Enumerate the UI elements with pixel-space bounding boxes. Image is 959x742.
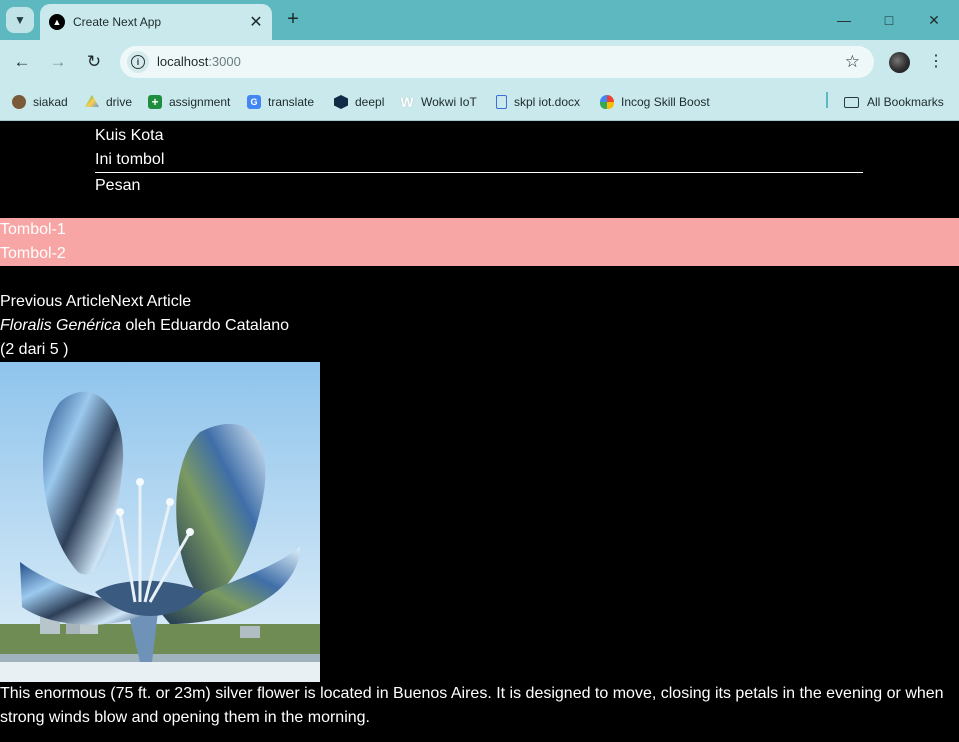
bookmark-skpl[interactable]: skpl iot.docx bbox=[496, 93, 580, 111]
forward-button[interactable]: → bbox=[46, 50, 70, 74]
tab-search-button[interactable]: ▼ bbox=[6, 7, 34, 33]
nav-item-ini-tombol[interactable]: Ini tombol bbox=[95, 148, 863, 172]
browser-toolbar: ← → ↻ i localhost:3000 ☆ ⋮ bbox=[0, 40, 959, 84]
google-drive-icon bbox=[85, 95, 99, 107]
article-description: This enormous (75 ft. or 23m) silver flo… bbox=[0, 685, 944, 726]
close-window-button[interactable]: ✕ bbox=[912, 8, 956, 32]
page-content: Kuis Kota Ini tombol Pesan Tombol-1 Tomb… bbox=[0, 121, 959, 742]
bookmark-label: skpl iot.docx bbox=[514, 95, 581, 109]
bookmark-deepl[interactable]: deepl bbox=[334, 93, 384, 111]
bookmarks-bar: siakad drive + assignment G translate de… bbox=[0, 84, 959, 121]
all-bookmarks-label: All Bookmarks bbox=[867, 95, 944, 109]
bookmarks-separator bbox=[826, 92, 828, 108]
close-icon[interactable]: ✕ bbox=[246, 12, 266, 32]
url-port: :3000 bbox=[208, 54, 241, 69]
sculpture-author: oleh Eduardo Catalano bbox=[120, 317, 290, 334]
nav-item-kuis-kota[interactable]: Kuis Kota bbox=[95, 124, 863, 148]
wokwi-icon: W bbox=[400, 94, 414, 110]
more-menu-icon[interactable]: ⋮ bbox=[926, 50, 946, 74]
url-host: localhost bbox=[157, 54, 209, 69]
sculpture-name: Floralis Genérica bbox=[0, 317, 121, 334]
all-bookmarks-button[interactable]: All Bookmarks bbox=[844, 93, 944, 111]
profile-avatar[interactable] bbox=[889, 52, 910, 73]
button-panel: Tombol-1 Tombol-2 bbox=[0, 218, 959, 266]
tombol-1-button[interactable]: Tombol-1 bbox=[0, 218, 959, 242]
arrow-right-icon: → bbox=[49, 52, 67, 71]
article-counter: (2 dari 5 ) bbox=[0, 341, 69, 358]
address-bar[interactable]: i localhost:3000 ☆ bbox=[120, 46, 874, 78]
bookmark-siakad[interactable]: siakad bbox=[12, 93, 68, 111]
url-text[interactable]: localhost:3000 bbox=[157, 54, 241, 69]
bookmark-label: Incog Skill Boost bbox=[621, 95, 710, 109]
sculpture-image bbox=[0, 362, 320, 682]
nav-menu: Kuis Kota Ini tombol Pesan bbox=[95, 124, 863, 198]
info-icon: i bbox=[131, 55, 145, 69]
article-nav: Previous ArticleNext Article bbox=[0, 290, 191, 314]
bookmark-label: siakad bbox=[33, 95, 68, 109]
bookmark-drive[interactable]: drive bbox=[85, 93, 132, 111]
bookmark-label: drive bbox=[106, 95, 133, 109]
next-article-button[interactable]: Next Article bbox=[110, 293, 191, 310]
article-title: Floralis Genérica oleh Eduardo Catalano bbox=[0, 314, 289, 338]
site-info-button[interactable]: i bbox=[127, 51, 149, 73]
nextjs-triangle-icon: ▲ bbox=[49, 14, 65, 30]
document-icon bbox=[496, 95, 507, 109]
previous-article-button[interactable]: Previous Article bbox=[0, 293, 110, 310]
bookmark-translate[interactable]: G translate bbox=[247, 93, 314, 111]
google-cloud-icon bbox=[600, 95, 614, 109]
minimize-button[interactable]: — bbox=[822, 8, 866, 32]
star-icon[interactable]: ☆ bbox=[845, 52, 860, 72]
bookmark-label: Wokwi IoT bbox=[421, 95, 477, 109]
plus-icon: + bbox=[287, 8, 299, 30]
maximize-icon: □ bbox=[884, 12, 894, 28]
back-button[interactable]: ← bbox=[10, 50, 34, 74]
nav-divider bbox=[95, 172, 863, 173]
reload-icon: ↻ bbox=[86, 52, 102, 71]
chevron-down-icon: ▼ bbox=[14, 13, 26, 27]
arrow-left-icon: ← bbox=[13, 52, 31, 71]
bookmark-label: translate bbox=[268, 95, 315, 109]
nav-item-pesan[interactable]: Pesan bbox=[95, 174, 863, 198]
google-translate-icon: G bbox=[247, 95, 261, 109]
new-tab-button[interactable]: + bbox=[281, 8, 305, 32]
active-tab[interactable]: ▲ Create Next App ✕ bbox=[40, 4, 272, 40]
tab-title: Create Next App bbox=[73, 15, 162, 29]
bookmark-assignment[interactable]: + assignment bbox=[148, 93, 230, 111]
close-icon: ✕ bbox=[928, 12, 940, 28]
bookmark-wokwi[interactable]: W Wokwi IoT bbox=[400, 93, 477, 111]
tombol-2-button[interactable]: Tombol-2 bbox=[0, 242, 959, 266]
maximize-button[interactable]: □ bbox=[867, 8, 911, 32]
siakad-logo-icon bbox=[12, 95, 26, 109]
bookmark-label: deepl bbox=[355, 95, 385, 109]
plus-square-icon: + bbox=[148, 95, 162, 109]
reload-button[interactable]: ↻ bbox=[82, 50, 106, 74]
bookmark-incog[interactable]: Incog Skill Boost bbox=[600, 93, 710, 111]
bookmark-label: assignment bbox=[169, 95, 231, 109]
minimize-icon: — bbox=[837, 12, 851, 28]
folder-icon bbox=[844, 96, 859, 108]
tab-strip: ▼ ▲ Create Next App ✕ + — □ ✕ bbox=[0, 0, 959, 40]
deepl-icon bbox=[334, 95, 348, 109]
